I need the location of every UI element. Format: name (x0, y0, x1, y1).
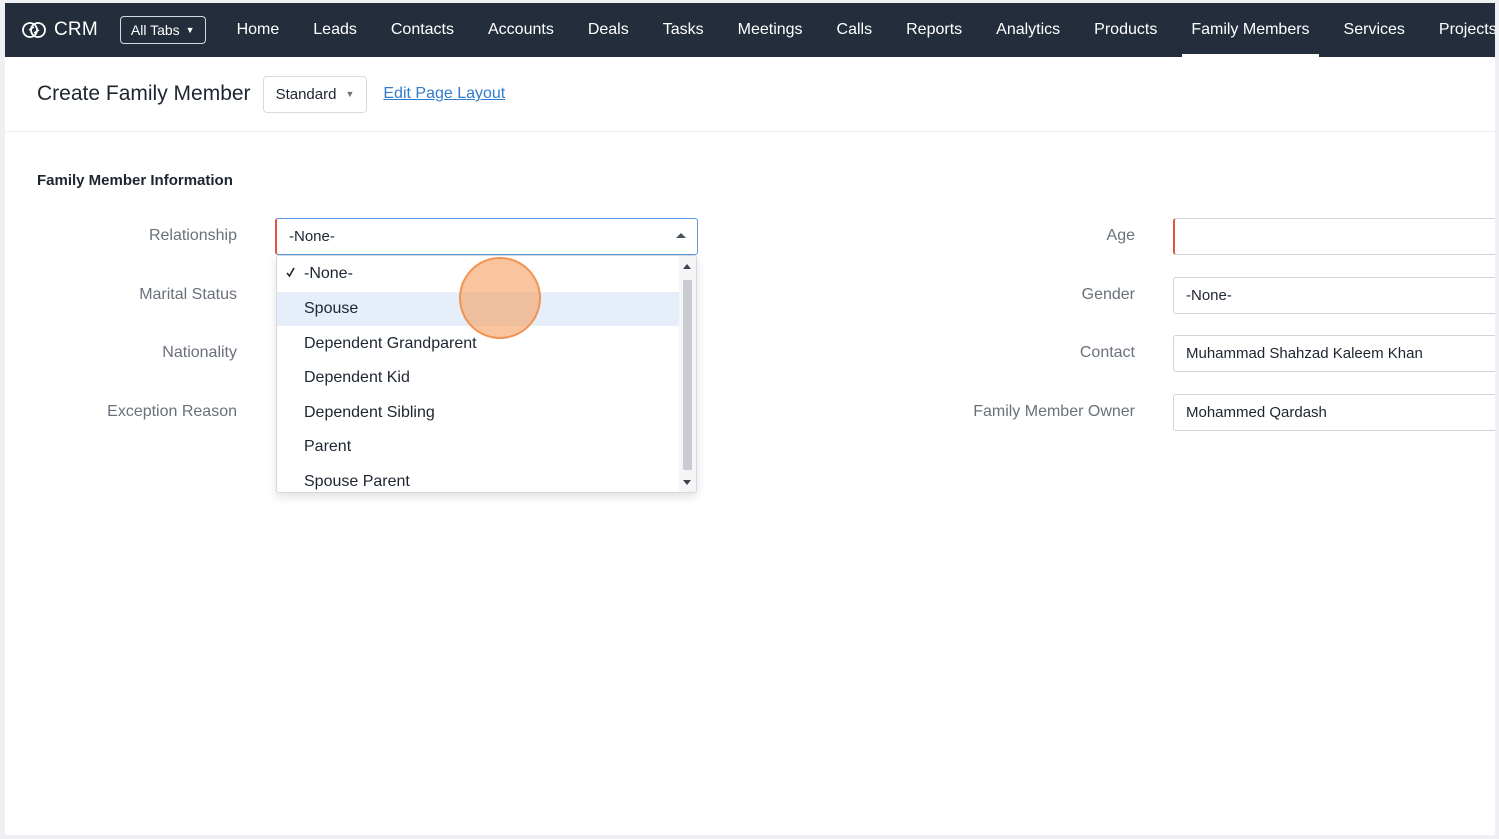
dropdown-option-label: Spouse (304, 300, 359, 317)
page-title: Create Family Member (37, 82, 251, 105)
dropdown-option-dependent-kid[interactable]: Dependent Kid (277, 361, 680, 395)
section-title: Family Member Information (37, 172, 233, 189)
scroll-down-arrow-icon[interactable] (683, 480, 691, 485)
dropdown-option-label: Parent (304, 438, 352, 455)
gender-label: Gender (1081, 286, 1135, 303)
edit-page-layout-link[interactable]: Edit Page Layout (383, 85, 505, 103)
relationship-select[interactable]: -None- (275, 218, 698, 255)
dropdown-option-label: Dependent Sibling (304, 404, 435, 421)
age-input[interactable] (1173, 218, 1495, 255)
top-nav: CRM All Tabs ▼ Home Leads Contacts Accou… (5, 3, 1495, 57)
tab-products[interactable]: Products (1077, 3, 1174, 57)
relationship-select-value: -None- (289, 228, 335, 245)
tab-home[interactable]: Home (220, 3, 297, 57)
dropdown-option-label: -None- (304, 265, 353, 282)
module-tabs: Home Leads Contacts Accounts Deals Tasks… (220, 3, 1495, 57)
exception-reason-label: Exception Reason (107, 403, 237, 420)
relationship-label: Relationship (148, 227, 237, 244)
dropdown-option-dependent-sibling[interactable]: Dependent Sibling (277, 396, 680, 430)
owner-label: Family Member Owner (973, 403, 1135, 420)
brand-name: CRM (54, 19, 98, 40)
dropdown-option-parent[interactable]: Parent (277, 430, 680, 464)
tab-analytics[interactable]: Analytics (979, 3, 1077, 57)
tab-accounts[interactable]: Accounts (471, 3, 571, 57)
tab-calls[interactable]: Calls (820, 3, 890, 57)
nationality-label: Nationality (162, 344, 237, 361)
gender-select-value: -None- (1186, 287, 1232, 304)
dropdown-option-label: Spouse Parent (304, 473, 410, 490)
contact-lookup-value: Muhammad Shahzad Kaleem Khan (1186, 345, 1423, 362)
scroll-up-arrow-icon[interactable] (683, 264, 691, 269)
contact-label: Contact (1079, 344, 1135, 361)
marital-status-label: Marital Status (139, 286, 237, 303)
tab-projects[interactable]: Projects (1422, 3, 1495, 57)
crm-logo-icon (22, 22, 46, 38)
checkmark-icon (286, 267, 295, 278)
tab-leads[interactable]: Leads (296, 3, 374, 57)
chevron-down-icon: ▼ (345, 89, 355, 99)
dropdown-option-spouse-parent[interactable]: Spouse Parent (277, 465, 680, 492)
chevron-up-icon (676, 233, 686, 238)
crm-logo[interactable]: CRM (21, 19, 98, 41)
tab-deals[interactable]: Deals (571, 3, 646, 57)
dropdown-scrollbar[interactable] (679, 256, 696, 492)
click-indicator (459, 257, 541, 339)
owner-lookup[interactable]: Mohammed Qardash (1173, 394, 1495, 431)
owner-lookup-value: Mohammed Qardash (1186, 404, 1327, 421)
contact-lookup[interactable]: Muhammad Shahzad Kaleem Khan (1173, 335, 1495, 372)
tab-meetings[interactable]: Meetings (721, 3, 820, 57)
dropdown-option-label: Dependent Grandparent (304, 335, 477, 352)
chevron-down-icon: ▼ (185, 25, 195, 35)
crm-window: CRM All Tabs ▼ Home Leads Contacts Accou… (5, 3, 1495, 835)
all-tabs-button[interactable]: All Tabs ▼ (119, 16, 206, 44)
page-header: Create Family Member Standard ▼ Edit Pag… (5, 57, 1495, 132)
tab-services[interactable]: Services (1327, 3, 1422, 57)
age-label: Age (1106, 227, 1135, 244)
all-tabs-label: All Tabs (130, 22, 180, 38)
dropdown-option-label: Dependent Kid (304, 369, 410, 386)
tab-reports[interactable]: Reports (889, 3, 979, 57)
tab-contacts[interactable]: Contacts (374, 3, 471, 57)
scroll-thumb[interactable] (683, 280, 692, 470)
gender-select[interactable]: -None- (1173, 277, 1495, 314)
layout-select-value: Standard (275, 85, 337, 103)
layout-select[interactable]: Standard ▼ (262, 75, 368, 113)
tab-tasks[interactable]: Tasks (646, 3, 721, 57)
tab-family-members[interactable]: Family Members (1174, 3, 1326, 57)
